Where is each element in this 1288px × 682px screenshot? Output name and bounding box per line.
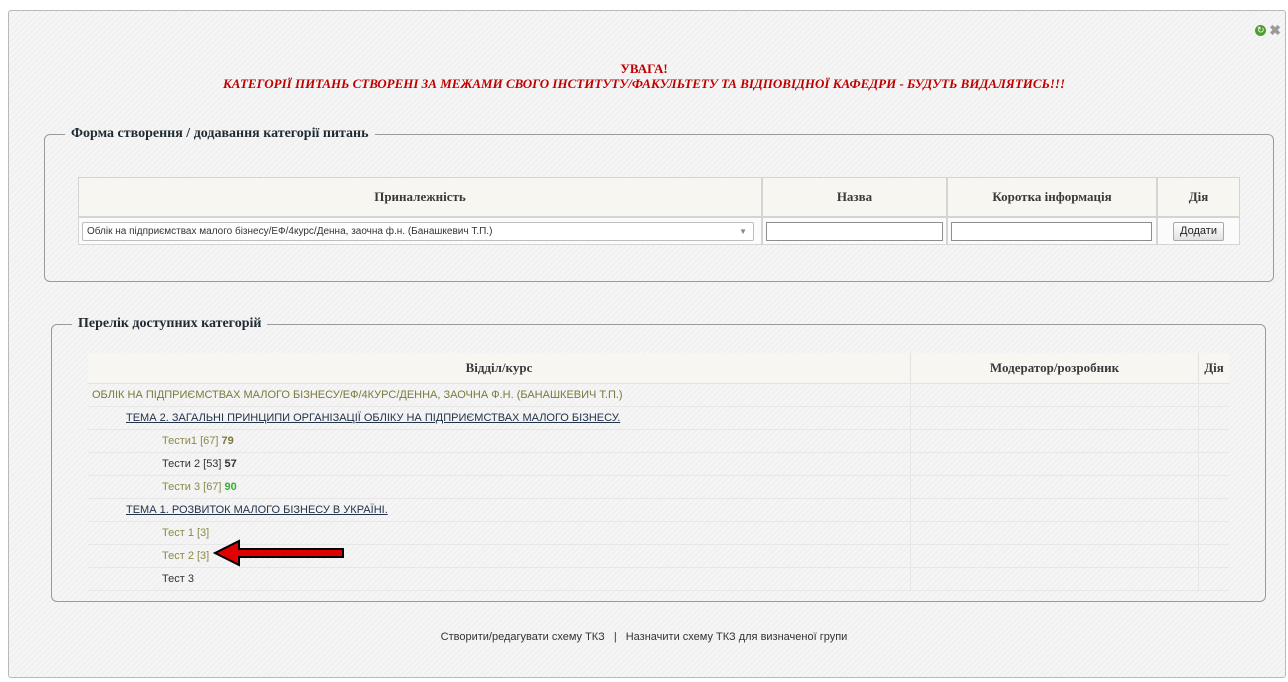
moderator-cell bbox=[910, 384, 1198, 407]
test-cell: Тест 2 [3] bbox=[88, 545, 910, 568]
test-cell: Тест 1 [3] bbox=[88, 522, 910, 545]
test-cell: Тести 3 [67] 90 bbox=[88, 476, 910, 499]
short-info-input[interactable] bbox=[951, 221, 1152, 241]
action-cell bbox=[1198, 568, 1229, 591]
table-row: Тести 2 [53] 57 bbox=[88, 453, 1229, 476]
topic-cell: ТЕМА 1. РОЗВИТОК МАЛОГО БІЗНЕСУ В УКРАЇН… bbox=[88, 499, 910, 522]
edit-scheme-link[interactable]: Створити/редагувати схему ТКЗ bbox=[441, 631, 605, 643]
moderator-cell bbox=[910, 522, 1198, 545]
assign-scheme-link[interactable]: Назначити схему ТКЗ для визначеної групи bbox=[626, 631, 848, 643]
short-info-cell bbox=[947, 217, 1157, 245]
form-legend: Форма створення / додавання категорії пи… bbox=[71, 126, 369, 141]
test-cell: Тести1 [67] 79 bbox=[88, 430, 910, 453]
question-count: 79 bbox=[221, 435, 234, 447]
action-cell bbox=[1198, 522, 1229, 545]
test-link[interactable]: Тести 3 [67] bbox=[162, 481, 221, 493]
moderator-cell bbox=[910, 453, 1198, 476]
belonging-select-value: Облік на підприємствах малого бізнесу/ЕФ… bbox=[87, 225, 493, 237]
refresh-icon[interactable]: ↻ bbox=[1255, 25, 1267, 36]
test-cell: Тест 3 bbox=[88, 568, 910, 591]
action-cell bbox=[1198, 384, 1229, 407]
table-row: ТЕМА 2. ЗАГАЛЬНІ ПРИНЦИПИ ОРГАНІЗАЦІЇ ОБ… bbox=[88, 407, 1229, 430]
action-cell bbox=[1198, 453, 1229, 476]
question-count: 57 bbox=[224, 458, 237, 470]
footer-separator: | bbox=[613, 631, 617, 643]
header-belonging: Приналежність bbox=[78, 177, 762, 217]
question-count: 90 bbox=[224, 481, 237, 493]
test-link[interactable]: Тести 2 [53] bbox=[162, 458, 221, 470]
moderator-cell bbox=[910, 545, 1198, 568]
action-cell bbox=[1198, 407, 1229, 430]
table-row: ТЕМА 1. РОЗВИТОК МАЛОГО БІЗНЕСУ В УКРАЇН… bbox=[88, 499, 1229, 522]
test-link[interactable]: Тести1 [67] bbox=[162, 435, 218, 447]
topic-cell: ТЕМА 2. ЗАГАЛЬНІ ПРИНЦИПИ ОРГАНІЗАЦІЇ ОБ… bbox=[88, 407, 910, 430]
action-cell bbox=[1198, 499, 1229, 522]
belonging-select[interactable]: Облік на підприємствах малого бізнесу/ЕФ… bbox=[82, 221, 754, 241]
close-icon[interactable]: ✖ bbox=[1269, 23, 1281, 37]
table-row: Тест 3 bbox=[88, 568, 1229, 591]
moderator-cell bbox=[910, 499, 1198, 522]
moderator-cell bbox=[910, 476, 1198, 499]
warning-text: КАТЕГОРІЇ ПИТАНЬ СТВОРЕНІ ЗА МЕЖАМИ СВОГ… bbox=[222, 76, 1066, 91]
footer-links: Створити/редагувати схему ТКЗ | Назначит… bbox=[0, 631, 1288, 643]
action-cell bbox=[1198, 545, 1229, 568]
header-list-action: Дія bbox=[1198, 353, 1229, 384]
moderator-cell bbox=[910, 407, 1198, 430]
red-arrow-annotation bbox=[213, 539, 344, 567]
header-name: Назва bbox=[762, 177, 947, 217]
course-name[interactable]: ОБЛІК НА ПІДПРИЄМСТВАХ МАЛОГО БІЗНЕСУ/ЕФ… bbox=[88, 384, 910, 407]
topic-2-link[interactable]: ТЕМА 2. ЗАГАЛЬНІ ПРИНЦИПИ ОРГАНІЗАЦІЇ ОБ… bbox=[126, 412, 620, 424]
test-link[interactable]: Тест 3 bbox=[162, 573, 194, 585]
topic-1-link[interactable]: ТЕМА 1. РОЗВИТОК МАЛОГО БІЗНЕСУ В УКРАЇН… bbox=[126, 504, 388, 516]
moderator-cell bbox=[910, 430, 1198, 453]
chevron-down-icon: ▼ bbox=[739, 226, 747, 236]
name-input[interactable] bbox=[766, 221, 943, 241]
header-short-info: Коротка інформація bbox=[947, 177, 1157, 217]
header-action: Дія bbox=[1157, 177, 1240, 217]
action-cell: Додати bbox=[1157, 217, 1240, 245]
add-button[interactable]: Додати bbox=[1173, 221, 1224, 241]
test-link[interactable]: Тест 1 [3] bbox=[162, 527, 209, 539]
list-legend: Перелік доступних категорій bbox=[78, 316, 262, 331]
test-link[interactable]: Тест 2 [3] bbox=[162, 550, 209, 562]
table-row: Тести 3 [67] 90 bbox=[88, 476, 1229, 499]
panel-controls: ↻ ✖ bbox=[1255, 23, 1281, 37]
create-category-table: Приналежність Назва Коротка інформація Д… bbox=[78, 177, 1240, 245]
table-row: ОБЛІК НА ПІДПРИЄМСТВАХ МАЛОГО БІЗНЕСУ/ЕФ… bbox=[88, 384, 1229, 407]
warning-title: УВАГА! bbox=[620, 61, 668, 76]
table-row: Тести1 [67] 79 bbox=[88, 430, 1229, 453]
test-cell: Тести 2 [53] 57 bbox=[88, 453, 910, 476]
header-division: Відділ/курс bbox=[88, 353, 910, 384]
name-cell bbox=[762, 217, 947, 245]
action-cell bbox=[1198, 476, 1229, 499]
moderator-cell bbox=[910, 568, 1198, 591]
header-moderator: Модератор/розробник bbox=[910, 353, 1198, 384]
action-cell bbox=[1198, 430, 1229, 453]
belonging-cell: Облік на підприємствах малого бізнесу/ЕФ… bbox=[78, 217, 762, 245]
